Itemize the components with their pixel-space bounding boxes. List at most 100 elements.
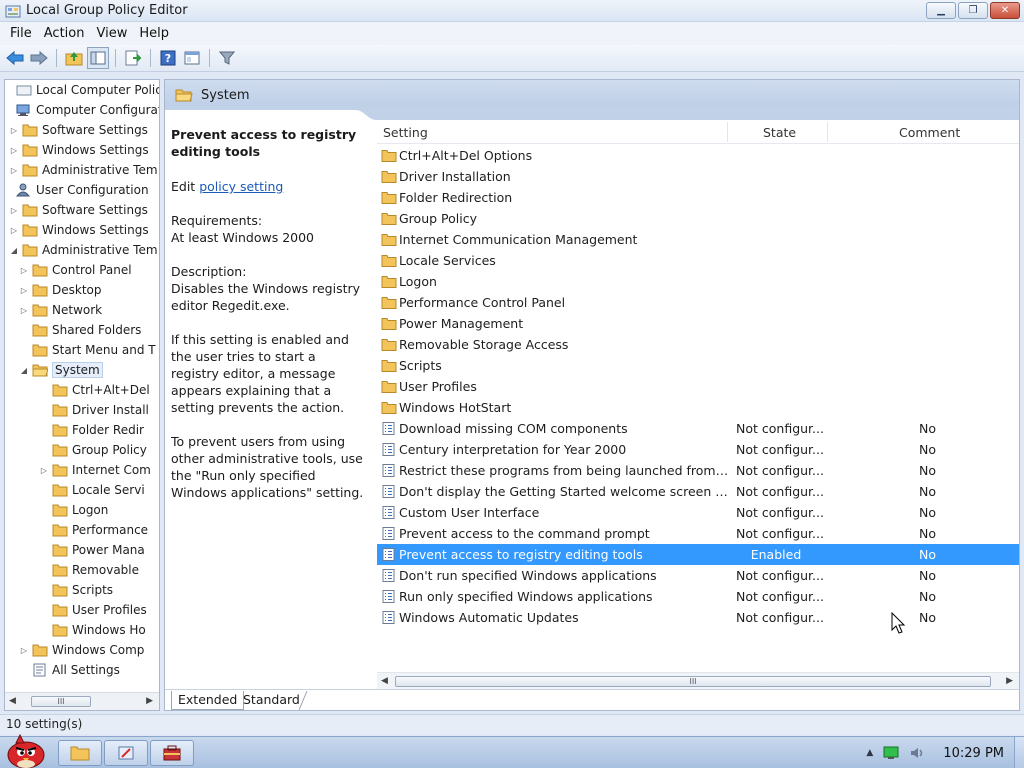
taskbar-clock[interactable]: 10:29 PM — [943, 746, 1004, 761]
tree-node[interactable]: Windows Ho — [39, 620, 146, 640]
volume-icon[interactable] — [909, 746, 925, 760]
tree-node[interactable]: Ctrl+Alt+Del — [39, 380, 150, 400]
up-folder-button[interactable] — [63, 47, 85, 69]
tree-node[interactable]: ◢ System — [19, 360, 103, 380]
tree-node[interactable]: Folder Redir — [39, 420, 144, 440]
tree-expand-icon[interactable]: ▷ — [19, 305, 29, 315]
tree-node[interactable]: ▷ Internet Com — [39, 460, 151, 480]
taskbar-group-policy-button[interactable] — [150, 740, 194, 766]
tree-node[interactable]: ▷ Windows Settings — [9, 220, 149, 240]
tree-expand-icon[interactable]: ▷ — [19, 285, 29, 295]
minimize-button[interactable]: ▁ — [926, 2, 956, 19]
tree-node[interactable]: Shared Folders — [19, 320, 141, 340]
scroll-left-arrow-icon[interactable]: ◀ — [9, 696, 16, 706]
filter-button[interactable] — [216, 47, 238, 69]
scroll-thumb[interactable]: III — [395, 676, 991, 687]
edit-policy-setting-link[interactable]: policy setting — [199, 179, 283, 194]
tree-node[interactable]: ▷ Desktop — [19, 280, 102, 300]
list-item-folder[interactable]: Windows HotStart — [377, 397, 1019, 418]
scroll-right-arrow-icon[interactable]: ▶ — [146, 696, 153, 706]
tree-expand-icon[interactable]: ▷ — [39, 465, 49, 475]
show-desktop-button[interactable] — [1014, 737, 1024, 768]
tree-node[interactable]: User Profiles — [39, 600, 147, 620]
menu-action[interactable]: Action — [38, 26, 91, 41]
tree-node[interactable]: Group Policy — [39, 440, 147, 460]
tree-expand-icon[interactable]: ▷ — [19, 645, 29, 655]
tree-node[interactable]: Driver Install — [39, 400, 149, 420]
menu-file[interactable]: File — [4, 26, 38, 41]
tree-node[interactable]: User Configuration — [9, 180, 149, 200]
tree-node[interactable]: Performance — [39, 520, 148, 540]
tree-expand-icon[interactable]: ▷ — [9, 205, 19, 215]
tree-horizontal-scrollbar[interactable]: ◀ III ▶ — [5, 692, 159, 710]
list-item-folder[interactable]: Locale Services — [377, 250, 1019, 271]
show-hide-tree-button[interactable] — [87, 47, 109, 69]
list-item-setting[interactable]: Prevent access to registry editing tools… — [377, 544, 1019, 565]
tray-overflow-arrow-icon[interactable]: ▲ — [866, 748, 873, 758]
list-item-setting[interactable]: Don't run specified Windows applications… — [377, 565, 1019, 586]
list-item-setting[interactable]: Century interpretation for Year 2000 Not … — [377, 439, 1019, 460]
tree-expand-icon[interactable]: ▷ — [9, 225, 19, 235]
tree-node[interactable]: ▷ Windows Settings — [9, 140, 149, 160]
column-setting[interactable]: Setting — [383, 125, 428, 140]
tree-node[interactable]: ▷ Software Settings — [9, 200, 148, 220]
list-item-setting[interactable]: Custom User Interface Not configur... No — [377, 502, 1019, 523]
tree-collapse-icon[interactable]: ◢ — [19, 365, 29, 375]
tree-node[interactable]: Power Mana — [39, 540, 145, 560]
list-item-folder[interactable]: Folder Redirection — [377, 187, 1019, 208]
restore-button[interactable]: ❐ — [958, 2, 988, 19]
list-item-setting[interactable]: Download missing COM components Not confi… — [377, 418, 1019, 439]
column-state[interactable]: State — [763, 125, 796, 140]
list-item-folder[interactable]: Removable Storage Access — [377, 334, 1019, 355]
list-item-folder[interactable]: Driver Installation — [377, 166, 1019, 187]
tree-expand-icon[interactable]: ▷ — [19, 265, 29, 275]
tree-node[interactable]: Locale Servi — [39, 480, 145, 500]
scroll-left-arrow-icon[interactable]: ◀ — [381, 676, 388, 686]
list-item-folder[interactable]: User Profiles — [377, 376, 1019, 397]
column-comment[interactable]: Comment — [899, 125, 960, 140]
scroll-right-arrow-icon[interactable]: ▶ — [1006, 676, 1013, 686]
scroll-thumb[interactable]: III — [31, 696, 91, 707]
list-item-folder[interactable]: Ctrl+Alt+Del Options — [377, 145, 1019, 166]
tree-node[interactable]: Logon — [39, 500, 108, 520]
list-item-folder[interactable]: Performance Control Panel — [377, 292, 1019, 313]
tree-expand-icon[interactable]: ▷ — [9, 165, 19, 175]
start-button-bird-icon[interactable] — [2, 731, 50, 768]
extended-view-button[interactable] — [181, 47, 203, 69]
tree-node[interactable]: Start Menu and T — [19, 340, 156, 360]
tree-node[interactable]: ▷ Network — [19, 300, 102, 320]
list-item-setting[interactable]: Don't display the Getting Started welcom… — [377, 481, 1019, 502]
forward-button[interactable] — [28, 47, 50, 69]
list-item-setting[interactable]: Restrict these programs from being launc… — [377, 460, 1019, 481]
tree-expand-icon[interactable]: ▷ — [9, 145, 19, 155]
tree-node[interactable]: ▷ Control Panel — [19, 260, 132, 280]
tree-node[interactable]: ◢ Administrative Tem — [9, 240, 158, 260]
list-item-folder[interactable]: Scripts — [377, 355, 1019, 376]
list-item-folder[interactable]: Group Policy — [377, 208, 1019, 229]
help-button[interactable]: ? — [157, 47, 179, 69]
export-list-button[interactable] — [122, 47, 144, 69]
close-button[interactable]: ✕ — [990, 2, 1020, 19]
taskbar-explorer-button[interactable] — [58, 740, 102, 766]
tab-standard[interactable]: Standard — [237, 691, 306, 710]
tree-node[interactable]: Local Computer Policy — [9, 80, 159, 100]
tree-node[interactable]: Computer Configuratio — [9, 100, 159, 120]
menu-help[interactable]: Help — [133, 26, 175, 41]
tree-expand-icon[interactable]: ▷ — [9, 125, 19, 135]
list-item-setting[interactable]: Prevent access to the command prompt Not … — [377, 523, 1019, 544]
list-item-folder[interactable]: Internet Communication Management — [377, 229, 1019, 250]
network-icon[interactable] — [883, 746, 899, 760]
tree-node[interactable]: ▷ Administrative Tem — [9, 160, 158, 180]
tree-node[interactable]: ▷ Windows Comp — [19, 640, 145, 660]
column-divider[interactable] — [727, 122, 728, 142]
tree-node[interactable]: Scripts — [39, 580, 113, 600]
tree-node[interactable]: Removable — [39, 560, 139, 580]
taskbar-app-button[interactable] — [104, 740, 148, 766]
list-item-folder[interactable]: Logon — [377, 271, 1019, 292]
column-divider[interactable] — [827, 122, 828, 142]
tree-node[interactable]: ▷ Software Settings — [9, 120, 148, 140]
list-item-setting[interactable]: Run only specified Windows applications N… — [377, 586, 1019, 607]
tab-extended[interactable]: Extended — [171, 691, 245, 710]
list-item-folder[interactable]: Power Management — [377, 313, 1019, 334]
menu-view[interactable]: View — [90, 26, 133, 41]
